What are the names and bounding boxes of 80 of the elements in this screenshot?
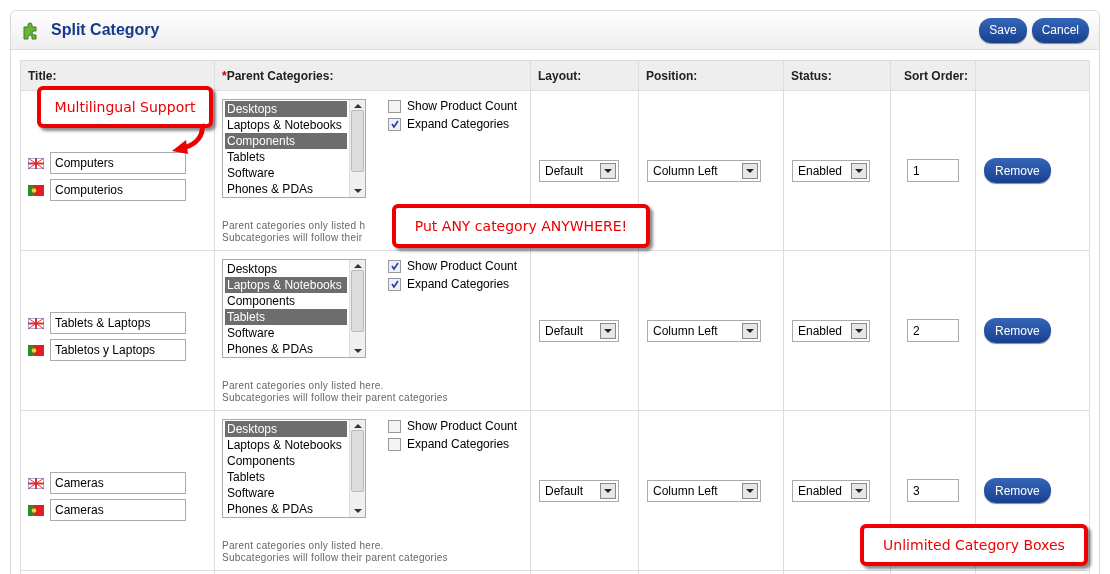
checkbox-label: Expand Categories [407,117,510,131]
scrollbar[interactable] [349,100,365,197]
category-option[interactable]: Desktops [225,421,347,437]
category-option[interactable]: Phones & PDAs [225,341,347,357]
checkbox-label: Show Product Count [407,99,518,113]
category-listbox[interactable]: Desktops Laptops & Notebooks Components Tablets Software Phones & PDAs [222,419,366,518]
category-option[interactable]: Tablets [225,149,347,165]
hint-text: Subcategories will follow their [222,232,363,244]
hint-text: Subcategories will follow their parent categories [222,392,448,404]
remove-button[interactable]: Remove [984,158,1051,183]
category-option[interactable]: Laptops & Notebooks [225,277,347,293]
portugal-flag-icon [28,344,44,356]
column-header: Status: [783,60,891,91]
position-select[interactable]: Column Left [647,159,761,182]
sort-order-input[interactable]: 3 [907,479,959,502]
checkbox-label: Expand Categories [407,437,510,451]
title-input[interactable]: Computers [50,152,186,174]
save-button[interactable]: Save [979,17,1027,43]
category-option[interactable]: Software [225,165,347,181]
title-input[interactable]: Tabletos y Laptops [50,339,186,361]
category-option[interactable]: Phones & PDAs [225,181,347,197]
checkbox-label: Show Product Count [407,259,518,273]
category-option[interactable]: Software [225,485,347,501]
scrollbar[interactable] [349,420,365,517]
panel-title: Split Category [51,21,160,39]
category-option[interactable]: Components [225,453,347,469]
hint-text: Parent categories only listed here. [222,540,384,552]
hint-text: Parent categories only listed here. [222,380,384,392]
hint-text: Parent categories only listed h [222,220,366,232]
position-select[interactable]: Column Left [647,479,761,502]
status-select[interactable]: Enabled [792,159,870,182]
layout-select[interactable]: Default [539,479,619,502]
title-input[interactable]: Cameras [50,472,186,494]
column-header: *Parent Categories: [214,60,531,91]
layout-select[interactable]: Default [539,319,619,342]
category-option[interactable]: Desktops [225,261,347,277]
category-option[interactable]: Laptops & Notebooks [225,117,347,133]
hint-text: Subcategories will follow their parent categories [222,552,448,564]
checkbox[interactable] [388,259,401,273]
category-listbox[interactable]: Desktops Laptops & Notebooks Components Tablets Software Phones & PDAs [222,99,366,198]
remove-button[interactable]: Remove [984,318,1051,343]
checkbox[interactable] [388,419,401,433]
status-select[interactable]: Enabled [792,319,870,342]
column-header: Sort Order: [890,60,976,91]
title-input[interactable]: Computerios [50,179,186,201]
category-option[interactable]: Tablets [225,309,347,325]
checkbox-label: Expand Categories [407,277,510,291]
category-option[interactable]: Software [225,325,347,341]
uk-flag-icon [28,157,44,169]
portugal-flag-icon [28,184,44,196]
checkbox-label: Show Product Count [407,419,518,433]
category-option[interactable]: Components [225,133,347,149]
scrollbar[interactable] [349,260,365,357]
portugal-flag-icon [28,504,44,516]
uk-flag-icon [28,477,44,489]
column-header: Layout: [530,60,639,91]
position-select[interactable]: Column Left [647,319,761,342]
checkbox[interactable] [388,99,401,113]
checkbox[interactable] [388,277,401,291]
category-listbox[interactable]: Desktops Laptops & Notebooks Components Tablets Software Phones & PDAs [222,259,366,358]
sort-order-input[interactable]: 1 [907,159,959,182]
remove-button[interactable]: Remove [984,478,1051,503]
category-option[interactable]: Phones & PDAs [225,501,347,517]
title-input[interactable]: Cameras [50,499,186,521]
column-header: Position: [638,60,784,91]
uk-flag-icon [28,317,44,329]
layout-select[interactable]: Default [539,159,619,182]
checkbox[interactable] [388,117,401,131]
category-option[interactable]: Components [225,293,347,309]
sort-order-input[interactable]: 2 [907,319,959,342]
title-input[interactable]: Tablets & Laptops [50,312,186,334]
callout-label: Unlimited Category Boxes [860,524,1088,566]
category-option[interactable]: Tablets [225,469,347,485]
callout-label: Multilingual Support [37,86,213,128]
status-select[interactable]: Enabled [792,479,870,502]
category-option[interactable]: Laptops & Notebooks [225,437,347,453]
category-option[interactable]: Desktops [225,101,347,117]
checkbox[interactable] [388,437,401,451]
callout-label: Put ANY category ANYWHERE! [392,204,650,248]
cancel-button[interactable]: Cancel [1031,17,1089,43]
